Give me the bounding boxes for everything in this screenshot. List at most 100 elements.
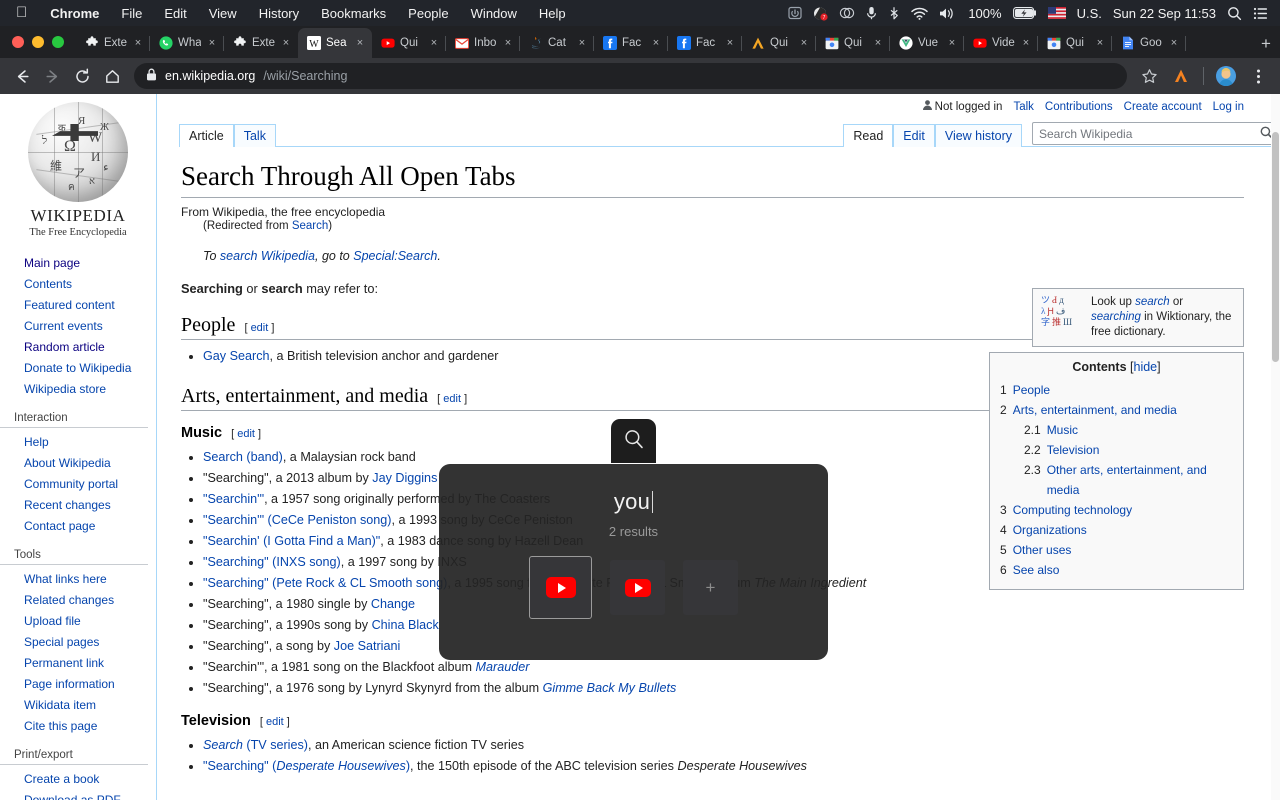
hatnote-link-special-search[interactable]: Special:Search — [353, 249, 437, 263]
toc-hide-link[interactable]: hide — [1134, 360, 1158, 374]
bookmark-star-icon[interactable] — [1135, 62, 1163, 90]
menu-item-people[interactable]: People — [397, 6, 459, 21]
menu-item-chrome[interactable]: Chrome — [39, 6, 110, 21]
window-minimize-button[interactable] — [32, 36, 44, 48]
tab-close-icon[interactable]: × — [798, 37, 810, 49]
address-bar[interactable]: en.wikipedia.org/wiki/Searching — [134, 63, 1127, 89]
wifi-icon[interactable] — [911, 7, 928, 20]
forward-icon[interactable] — [38, 62, 66, 90]
overlay-result-tile[interactable] — [610, 560, 665, 615]
hatnote-link-search-wikipedia[interactable]: search Wikipedia — [220, 249, 315, 263]
sidebar-item-random-article[interactable]: Random article — [0, 337, 156, 358]
sidebar-item-wikipedia-store[interactable]: Wikipedia store — [0, 379, 156, 400]
toc-entry-link[interactable]: Music — [1047, 420, 1078, 440]
personal-link-contributions[interactable]: Contributions — [1045, 101, 1113, 113]
edit-link-people[interactable]: [ edit ] — [244, 322, 274, 334]
overlay-query-input[interactable]: you — [614, 490, 653, 514]
sidebar-item-community-portal[interactable]: Community portal — [0, 474, 156, 495]
tab-view-history[interactable]: View history — [935, 124, 1022, 147]
sidebar-item-related-changes[interactable]: Related changes — [0, 590, 156, 611]
window-zoom-button[interactable] — [52, 36, 64, 48]
control-center-icon[interactable] — [1253, 7, 1268, 20]
tab-close-icon[interactable]: × — [1094, 37, 1106, 49]
sidebar-item-upload-file[interactable]: Upload file — [0, 611, 156, 632]
personal-link-login[interactable]: Log in — [1213, 101, 1244, 113]
list-item-link[interactable]: "Searchin'" — [203, 492, 264, 506]
edit-link-television[interactable]: [ edit ] — [260, 716, 290, 728]
sidebar-item-cite-this-page[interactable]: Cite this page — [0, 716, 156, 737]
tab-article[interactable]: Article — [179, 124, 234, 147]
sidebar-item-about-wikipedia[interactable]: About Wikipedia — [0, 453, 156, 474]
edit-link-music[interactable]: [ edit ] — [231, 428, 261, 440]
tab-close-icon[interactable]: × — [280, 37, 292, 49]
list-item-link[interactable]: "Searching" (Desperate Housewives) — [203, 759, 410, 773]
toc-entry-link[interactable]: Other arts, entertainment, and media — [1047, 460, 1233, 500]
browser-tab[interactable]: Fac× — [594, 28, 668, 58]
overlay-result-tile[interactable] — [529, 556, 592, 619]
bluetooth-icon[interactable] — [888, 6, 900, 20]
tab-close-icon[interactable]: × — [502, 37, 514, 49]
tab-close-icon[interactable]: × — [1168, 37, 1180, 49]
toc-entry-link[interactable]: People — [1013, 380, 1050, 400]
toc-entry[interactable]: 5Other uses — [1000, 540, 1233, 560]
sidebar-item-recent-changes[interactable]: Recent changes — [0, 495, 156, 516]
power-icon[interactable] — [788, 6, 802, 20]
browser-tab[interactable]: Wha× — [150, 28, 224, 58]
browser-tab[interactable]: Vue× — [890, 28, 964, 58]
extension-a-icon[interactable] — [1167, 62, 1195, 90]
toc-entry[interactable]: 2.1Music — [1000, 420, 1233, 440]
list-item-link[interactable]: Jay Diggins — [372, 471, 437, 485]
tab-close-icon[interactable]: × — [576, 37, 588, 49]
page-scrollbar-thumb[interactable] — [1272, 132, 1279, 362]
tab-close-icon[interactable]: × — [724, 37, 736, 49]
sidebar-item-what-links-here[interactable]: What links here — [0, 569, 156, 590]
personal-link-talk[interactable]: Talk — [1013, 101, 1033, 113]
edit-link-arts[interactable]: [ edit ] — [437, 393, 467, 405]
menu-item-history[interactable]: History — [248, 6, 310, 21]
toc-entry[interactable]: 4Organizations — [1000, 520, 1233, 540]
list-item-link[interactable]: "Searching" (Pete Rock & CL Smooth song) — [203, 576, 447, 590]
tab-close-icon[interactable]: × — [132, 37, 144, 49]
sidebar-item-featured-content[interactable]: Featured content — [0, 295, 156, 316]
sidebar-item-main-page[interactable]: Main page — [0, 253, 156, 274]
spotlight-search-icon[interactable] — [1227, 6, 1242, 21]
sidebar-item-donate-to-wikipedia[interactable]: Donate to Wikipedia — [0, 358, 156, 379]
list-item-link[interactable]: Joe Satriani — [334, 639, 401, 653]
sidebar-item-create-a-book[interactable]: Create a book — [0, 769, 156, 790]
list-item-link[interactable]: "Searchin' (I Gotta Find a Man)" — [203, 534, 380, 548]
browser-tab[interactable]: Fac× — [668, 28, 742, 58]
microphone-icon[interactable] — [866, 6, 877, 20]
browser-tab[interactable]: Exte× — [76, 28, 150, 58]
toc-entry-link[interactable]: Television — [1047, 440, 1100, 460]
tab-close-icon[interactable]: × — [650, 37, 662, 49]
volume-icon[interactable] — [939, 7, 957, 20]
sidebar-item-current-events[interactable]: Current events — [0, 316, 156, 337]
apple-logo-icon[interactable]:  — [8, 5, 39, 22]
browser-tab[interactable]: WSea× — [298, 28, 372, 58]
list-item-link[interactable]: Gay Search — [203, 349, 270, 363]
new-tab-button[interactable]: + — [1252, 30, 1280, 58]
wikipedia-logo[interactable]: Ω W И 維 ア ל ء Я क Ж ค א WIKIPEDIA The Fr… — [0, 94, 156, 244]
browser-tab[interactable]: Exte× — [224, 28, 298, 58]
flag-icon[interactable] — [1048, 7, 1066, 19]
browser-tab[interactable]: Cat× — [520, 28, 594, 58]
wiktionary-link-search[interactable]: search — [1135, 296, 1170, 308]
browser-tab[interactable]: Qui× — [1038, 28, 1112, 58]
search-input[interactable]: Search Wikipedia — [1039, 127, 1132, 141]
sidebar-item-help[interactable]: Help — [0, 432, 156, 453]
tab-close-icon[interactable]: × — [1020, 37, 1032, 49]
menu-item-window[interactable]: Window — [460, 6, 528, 21]
menu-item-edit[interactable]: Edit — [153, 6, 197, 21]
chrome-menu-icon[interactable] — [1244, 62, 1272, 90]
sidebar-item-page-information[interactable]: Page information — [0, 674, 156, 695]
sidebar-item-contact-page[interactable]: Contact page — [0, 516, 156, 537]
tab-edit[interactable]: Edit — [893, 124, 935, 147]
sidebar-item-wikidata-item[interactable]: Wikidata item — [0, 695, 156, 716]
list-item-link[interactable]: Change — [371, 597, 415, 611]
toc-entry-link[interactable]: Other uses — [1013, 540, 1072, 560]
toc-entry-link[interactable]: See also — [1013, 560, 1060, 580]
clock-label[interactable]: Sun 22 Sep 11:53 — [1113, 6, 1216, 21]
browser-tab[interactable]: Qui× — [816, 28, 890, 58]
list-item-link[interactable]: China Black — [372, 618, 439, 632]
list-item-link[interactable]: "Searching" (INXS song) — [203, 555, 341, 569]
